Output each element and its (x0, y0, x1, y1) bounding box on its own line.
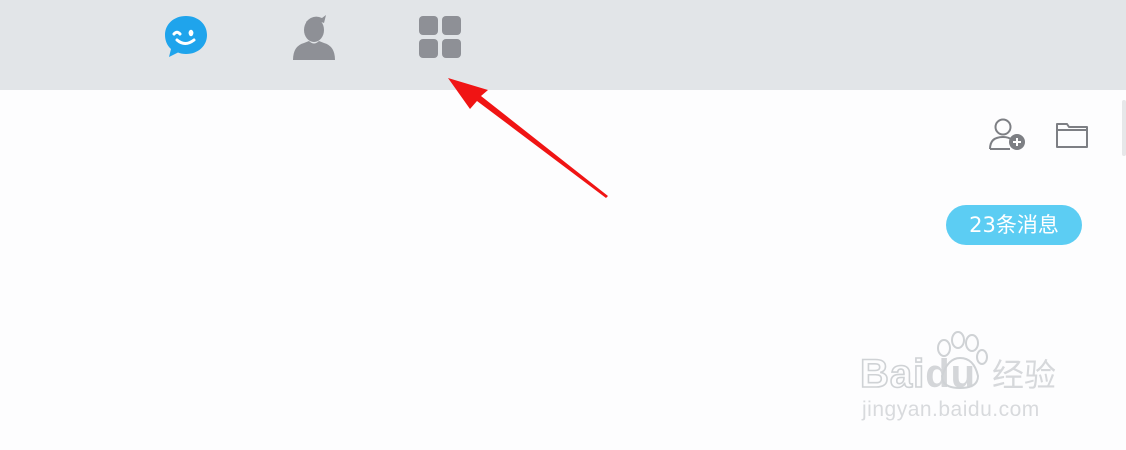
folder-button[interactable] (1055, 120, 1089, 154)
add-contact-icon (989, 118, 1025, 150)
scrollbar[interactable] (1122, 100, 1126, 156)
red-arrow-annotation (448, 78, 608, 198)
contact-person-icon (293, 15, 335, 60)
tab-apps[interactable] (412, 8, 468, 66)
tab-chat[interactable] (158, 8, 214, 66)
folder-icon (1056, 123, 1088, 148)
chat-bubble-icon (165, 16, 207, 57)
unread-messages-badge[interactable]: 23条消息 (946, 205, 1082, 245)
tab-contacts[interactable] (285, 8, 341, 66)
add-contact-button[interactable] (988, 116, 1028, 156)
apps-grid-icon (419, 16, 461, 58)
